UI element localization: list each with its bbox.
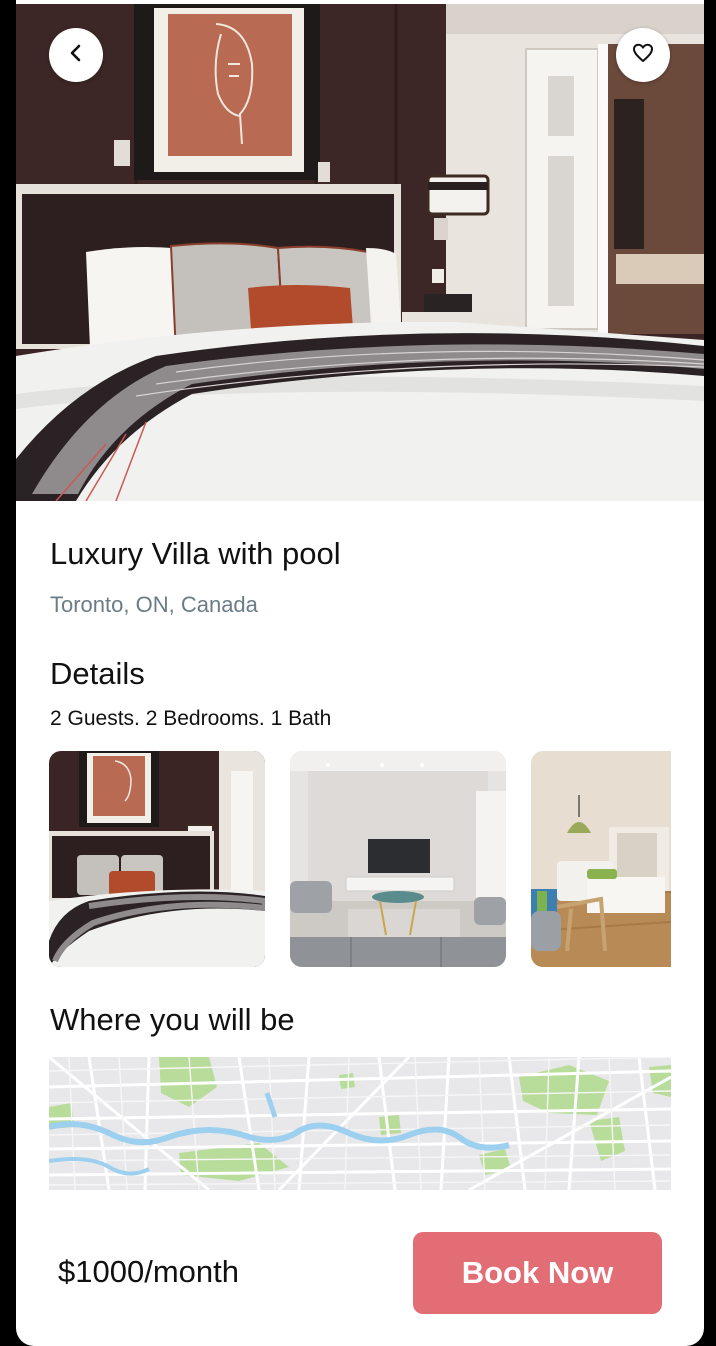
map-section-heading: Where you will be	[50, 1002, 295, 1037]
back-button[interactable]	[49, 28, 103, 82]
photo-gallery[interactable]	[49, 751, 671, 967]
heart-outline-icon	[631, 41, 655, 70]
listing-detail-screen: Luxury Villa with pool Toronto, ON, Cana…	[16, 0, 704, 1346]
gallery-thumb-living-room[interactable]	[290, 751, 506, 967]
gallery-thumb-bedroom[interactable]	[49, 751, 265, 967]
listing-title: Luxury Villa with pool	[50, 536, 341, 571]
hero-room-photo	[16, 4, 704, 501]
chevron-left-icon	[65, 42, 87, 69]
favorite-button[interactable]	[616, 28, 670, 82]
details-summary: 2 Guests. 2 Bedrooms. 1 Bath	[50, 707, 332, 730]
details-heading: Details	[50, 656, 145, 691]
gallery-thumb-studio[interactable]	[531, 751, 671, 967]
book-now-button[interactable]: Book Now	[413, 1232, 662, 1314]
listing-location: Toronto, ON, Canada	[50, 592, 258, 617]
location-map[interactable]	[49, 1057, 671, 1190]
price-label: $1000/month	[58, 1254, 239, 1289]
